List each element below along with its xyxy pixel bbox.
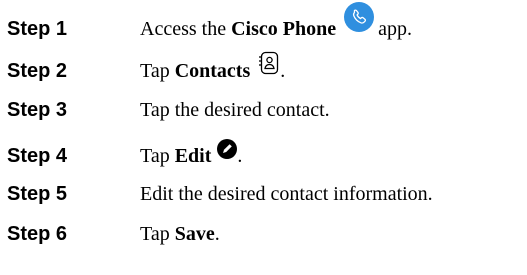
procedure-steps: Step 1 Access the Cisco Phone app. Step …	[0, 0, 527, 275]
step-3-label: Step 3	[7, 98, 68, 121]
step-1-label: Step 1	[7, 17, 68, 40]
step-4-post: .	[237, 144, 243, 167]
step-2-post: .	[280, 59, 286, 82]
step-6-pre: Tap	[140, 222, 170, 245]
step-4-pre: Tap	[140, 144, 170, 167]
step-2-text: Tap Contacts .	[140, 51, 286, 83]
step-2-label: Step 2	[7, 59, 68, 82]
phone-icon	[344, 2, 375, 38]
step-4-bold: Edit	[174, 144, 212, 167]
step-6-row: Step 6 Tap Save.	[0, 219, 527, 249]
step-6-label: Step 6	[7, 222, 68, 245]
step-6-post: .	[214, 222, 220, 245]
step-6-bold: Save	[174, 222, 215, 245]
step-6-text: Tap Save.	[140, 223, 220, 246]
step-5-label: Step 5	[7, 182, 68, 205]
step-1-post: app.	[378, 17, 412, 40]
step-1-pre: Access the	[140, 17, 227, 40]
step-2-row: Step 2 Tap Contacts .	[0, 51, 527, 86]
step-5-text: Edit the desired contact information.	[140, 183, 433, 206]
step-5-pre: Edit the desired contact information.	[140, 182, 433, 205]
edit-pencil-icon	[217, 139, 238, 165]
step-3-pre: Tap the desired contact.	[140, 98, 330, 121]
step-5-row: Step 5 Edit the desired contact informat…	[0, 179, 527, 209]
step-4-row: Step 4 Tap Edit .	[0, 139, 527, 171]
step-4-text: Tap Edit .	[140, 139, 243, 168]
step-2-bold: Contacts	[174, 59, 251, 82]
step-3-row: Step 3 Tap the desired contact.	[0, 95, 527, 125]
step-2-pre: Tap	[140, 59, 170, 82]
contacts-icon	[258, 50, 280, 82]
step-1-bold: Cisco Phone	[231, 17, 337, 40]
step-4-label: Step 4	[7, 144, 68, 167]
step-1-row: Step 1 Access the Cisco Phone app.	[0, 2, 527, 44]
step-3-text: Tap the desired contact.	[140, 99, 330, 122]
step-1-text: Access the Cisco Phone app.	[140, 2, 412, 41]
